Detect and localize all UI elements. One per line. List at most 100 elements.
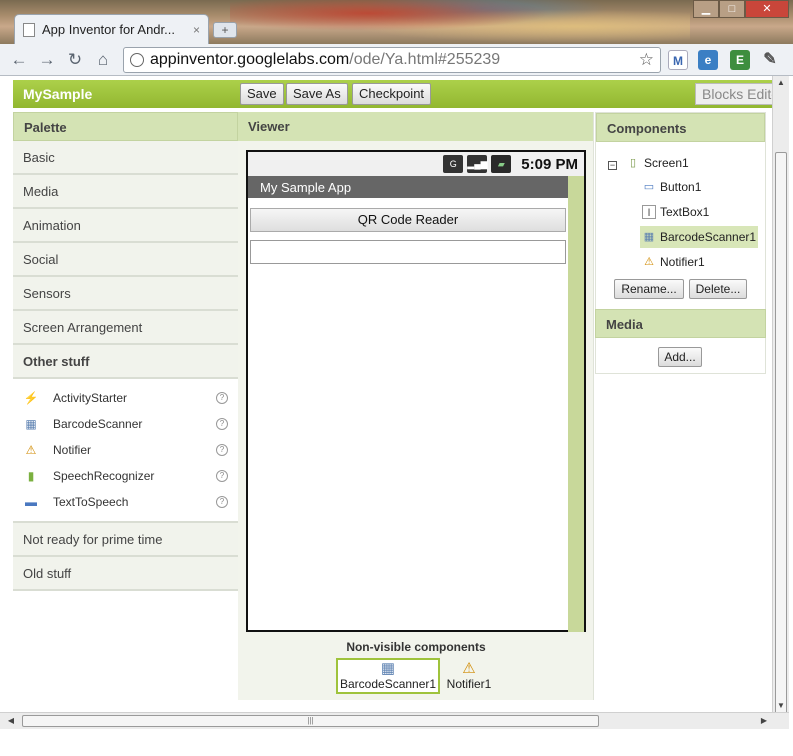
extension-icon[interactable]: e [698, 50, 718, 70]
signal-icon: ▂▄▆ [467, 155, 488, 173]
tab-close-icon[interactable]: × [193, 23, 200, 37]
vertical-scroll-thumb[interactable] [775, 152, 787, 748]
nonvisible-notifier[interactable]: ⚠ Notifier1 [444, 658, 494, 692]
speech-bubble-icon: ▬ [25, 495, 37, 509]
window-bottom-frame [0, 729, 793, 756]
maximize-button[interactable]: □ [719, 0, 745, 18]
collapse-icon[interactable]: − [608, 161, 617, 170]
browser-toolbar: ← → ↻ ⌂ appinventor.googlelabs.com /ode/… [0, 44, 793, 76]
palette-item-label: ActivityStarter [53, 391, 128, 405]
bookmark-star-icon[interactable]: ☆ [639, 50, 654, 70]
help-icon[interactable]: ? [216, 496, 228, 508]
screen-icon: ▯ [629, 157, 637, 169]
new-tab-button[interactable]: + [213, 22, 237, 38]
help-icon[interactable]: ? [216, 444, 228, 456]
browser-titlebar: App Inventor for Andr... × + ▁ □ ✕ [0, 0, 793, 44]
palette-category-basic[interactable]: Basic [13, 141, 238, 175]
app-page: MySample Save Save As Checkpoint Blocks … [0, 76, 793, 713]
viewer-header: Viewer [238, 112, 593, 141]
nonvisible-label: BarcodeScanner1 [340, 677, 437, 691]
palette-panel: Palette Basic Media Animation Social Sen… [13, 112, 238, 591]
palette-item-activitystarter[interactable]: ⚡ ActivityStarter ? [13, 385, 238, 411]
palette-category-sensors[interactable]: Sensors [13, 277, 238, 311]
gps-icon: G [443, 155, 464, 173]
scroll-left-icon[interactable]: ◀ [4, 713, 18, 729]
scroll-right-icon[interactable]: ▶ [757, 713, 771, 729]
components-panel: Components − ▯ Screen1 ▭ Button1 I TextB… [595, 112, 766, 374]
palette-item-label: TextToSpeech [53, 495, 129, 509]
phone-clock: 5:09 PM [521, 155, 578, 173]
media-header: Media [595, 309, 766, 338]
tree-item-label: Screen1 [644, 156, 689, 170]
phone-status-bar: G ▂▄▆ ▰ 5:09 PM [248, 152, 584, 176]
palette-item-speechrecognizer[interactable]: ▮ SpeechRecognizer ? [13, 463, 238, 489]
app-toolbar: MySample Save Save As Checkpoint Blocks … [13, 80, 785, 108]
save-as-button[interactable]: Save As [286, 83, 348, 105]
delete-button[interactable]: Delete... [689, 279, 747, 299]
phone-scroll-strip [568, 176, 584, 632]
forward-icon[interactable]: → [36, 50, 58, 70]
help-icon[interactable]: ? [216, 418, 228, 430]
tree-item-screen1[interactable]: ▯ Screen1 [626, 152, 689, 174]
tree-item-textbox1[interactable]: I TextBox1 [642, 201, 709, 223]
help-icon[interactable]: ? [216, 470, 228, 482]
palette-item-list: ⚡ ActivityStarter ? ▦ BarcodeScanner ? ⚠… [13, 379, 238, 523]
qr-code-reader-button[interactable]: QR Code Reader [250, 208, 566, 232]
tab-title: App Inventor for Andr... [42, 22, 175, 37]
checkpoint-button[interactable]: Checkpoint [352, 83, 432, 105]
palette-category-social[interactable]: Social [13, 243, 238, 277]
tree-item-button1[interactable]: ▭ Button1 [642, 176, 702, 198]
palette-category-other-stuff[interactable]: Other stuff [13, 345, 238, 379]
palette-category-animation[interactable]: Animation [13, 209, 238, 243]
gmail-icon[interactable]: M [668, 50, 688, 70]
horizontal-scrollbar[interactable]: ◀ ||| ▶ [0, 712, 789, 729]
address-bar[interactable]: appinventor.googlelabs.com /ode/Ya.html#… [123, 47, 661, 73]
components-header: Components [596, 113, 765, 142]
phone-preview: G ▂▄▆ ▰ 5:09 PM My Sample App QR Code Re… [246, 150, 586, 632]
help-icon[interactable]: ? [216, 392, 228, 404]
url-path: /ode/Ya.html#255239 [349, 51, 501, 68]
palette-category-not-ready[interactable]: Not ready for prime time [13, 523, 238, 557]
palette-category-media[interactable]: Media [13, 175, 238, 209]
palette-category-old-stuff[interactable]: Old stuff [13, 557, 238, 591]
palette-category-screen-arrangement[interactable]: Screen Arrangement [13, 311, 238, 345]
tree-item-label: Notifier1 [660, 255, 705, 269]
rename-button[interactable]: Rename... [614, 279, 684, 299]
palette-item-texttospeech[interactable]: ▬ TextToSpeech ? [13, 489, 238, 515]
close-window-button[interactable]: ✕ [745, 0, 789, 18]
palette-item-barcodescanner[interactable]: ▦ BarcodeScanner ? [13, 411, 238, 437]
textbox-icon: I [642, 205, 656, 219]
barcode-icon: ▦ [643, 231, 655, 243]
tree-item-label: TextBox1 [660, 205, 710, 219]
horizontal-scroll-thumb[interactable]: ||| [22, 715, 599, 727]
evernote-icon[interactable]: E [730, 50, 750, 70]
project-name: MySample [23, 86, 93, 102]
tree-item-notifier1[interactable]: ⚠ Notifier1 [642, 251, 705, 273]
barcode-icon: ▦ [380, 660, 396, 677]
warning-icon: ⚠ [644, 256, 654, 268]
vertical-scrollbar[interactable]: ▲ ▼ [772, 76, 789, 748]
battery-icon: ▰ [491, 155, 512, 173]
reload-icon[interactable]: ↻ [64, 50, 86, 70]
save-button[interactable]: Save [240, 83, 284, 105]
warning-icon: ⚠ [462, 660, 476, 677]
palette-item-label: Notifier [53, 443, 92, 457]
phone-app-title: My Sample App [248, 176, 568, 198]
tree-item-label: Button1 [660, 180, 702, 194]
wrench-icon[interactable]: ✎ [760, 50, 780, 70]
home-icon[interactable]: ⌂ [92, 50, 114, 70]
scroll-up-icon[interactable]: ▲ [773, 76, 789, 90]
textbox-preview[interactable] [250, 240, 566, 264]
browser-tab[interactable]: App Inventor for Andr... × [14, 14, 209, 44]
url-host: appinventor.googlelabs.com [150, 51, 350, 68]
palette-header: Palette [13, 112, 238, 141]
nonvisible-barcodescanner[interactable]: ▦ BarcodeScanner1 [336, 658, 440, 694]
back-icon[interactable]: ← [8, 50, 30, 70]
add-media-button[interactable]: Add... [658, 347, 702, 367]
nonvisible-label: Notifier1 [446, 677, 492, 691]
tree-item-barcodescanner1[interactable]: ▦ BarcodeScanner1 [640, 226, 758, 248]
minimize-button[interactable]: ▁ [693, 0, 719, 18]
scroll-down-icon[interactable]: ▼ [773, 699, 789, 713]
palette-item-notifier[interactable]: ⚠ Notifier ? [13, 437, 238, 463]
nonvisible-components-title: Non-visible components [346, 640, 486, 654]
